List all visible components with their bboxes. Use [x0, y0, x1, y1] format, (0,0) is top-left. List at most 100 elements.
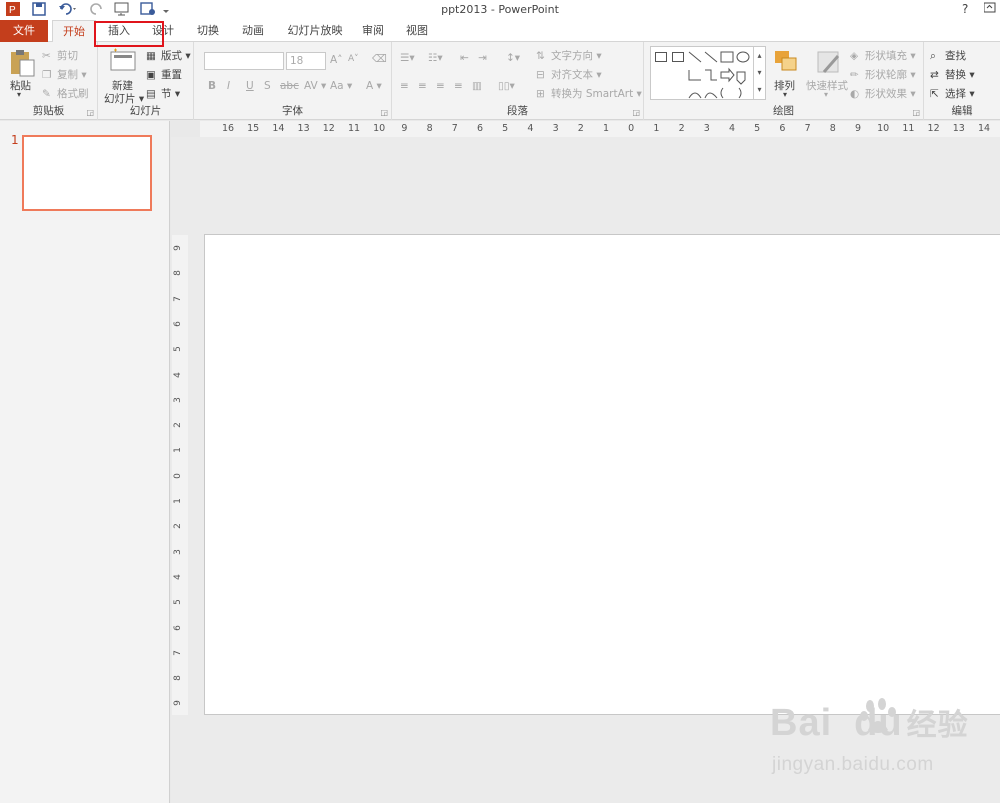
vertical-ruler[interactable]: 9 8 7 6 5 4 3 2 1 0 1 2 3 4 5 6 7 8 9: [172, 235, 188, 715]
baidu-jingyan-watermark: Baidu经验 jingyan.baidu.com: [770, 696, 990, 786]
textbox-shape-icon[interactable]: [655, 52, 667, 62]
ruler-tick-label: 9: [172, 700, 183, 707]
replace-icon: ⇄: [930, 69, 939, 81]
text-direction-icon: ⇅: [536, 50, 545, 62]
tab-file[interactable]: 文件: [0, 20, 48, 42]
columns-icon[interactable]: ▯▯▾: [498, 80, 515, 92]
horizontal-ruler[interactable]: 16 15 14 13 12 11 10 9 8 7 6 5 4 3 2 1 0 1 2 3 4 5 6 7 8 9 10 11 12 1…: [200, 121, 1000, 137]
ruler-tick-label: 14: [977, 123, 991, 134]
numbering-icon[interactable]: ☷▾: [428, 52, 443, 64]
slides-group: 新建 幻灯片 ▾ ▦ 版式 ▾ ▣ 重置 ▤ 节 ▾ 幻灯片: [98, 42, 194, 120]
ribbon-display-icon[interactable]: [983, 2, 996, 17]
select-button[interactable]: ⇱ 选择 ▾: [930, 86, 975, 101]
ruler-tick-label: 8: [172, 270, 183, 277]
align-text-button[interactable]: ⊟ 对齐文本 ▾: [536, 67, 602, 82]
tab-home[interactable]: 开始: [52, 20, 96, 43]
text-direction-button[interactable]: ⇅ 文字方向 ▾: [536, 48, 602, 63]
font-name-combo[interactable]: [204, 52, 284, 70]
help-button[interactable]: ?: [962, 2, 968, 16]
increase-font-button[interactable]: A˄: [330, 54, 342, 66]
tab-review[interactable]: 审阅: [352, 20, 394, 42]
quick-styles-icon[interactable]: [814, 48, 844, 78]
paste-icon[interactable]: [8, 48, 38, 78]
ruler-tick-label: 8: [426, 123, 433, 134]
ruler-tick-label: 7: [451, 123, 458, 134]
decrease-indent-icon[interactable]: ⇤: [460, 52, 469, 64]
ruler-tick-label: 10: [877, 123, 890, 134]
bold-button[interactable]: B: [208, 80, 216, 92]
shadow-button[interactable]: S: [264, 80, 271, 92]
align-right-icon[interactable]: ≡: [436, 80, 445, 92]
window-title: ppt2013 - PowerPoint: [441, 3, 559, 16]
tab-animations[interactable]: 动画: [232, 20, 274, 42]
slide-thumbnail[interactable]: [22, 135, 152, 211]
ruler-tick-label: 15: [247, 123, 260, 134]
ruler-tick-label: 4: [172, 574, 183, 580]
clear-format-icon[interactable]: ⌫: [372, 53, 387, 65]
ruler-tick-label: 0: [172, 472, 183, 479]
paragraph-group: ☰▾ ☷▾ ⇤ ⇥ ↕▾ ≡ ≡ ≡ ≡ ▥ ▯▯▾ ⇅ 文字方向 ▾ ⊟ 对齐文本…: [392, 42, 644, 120]
watermark-brand: Bai: [770, 702, 833, 744]
reset-button[interactable]: ▣ 重置: [146, 67, 182, 82]
arrange-icon[interactable]: [772, 48, 802, 78]
drawing-launcher-icon[interactable]: ◲: [912, 108, 920, 117]
font-launcher-icon[interactable]: ◲: [380, 108, 388, 117]
watermark-url: jingyan.baidu.com: [772, 754, 934, 775]
font-size-combo[interactable]: 18: [286, 52, 326, 70]
arrange-dropdown-icon[interactable]: ▾: [783, 90, 787, 99]
ruler-tick-label: 7: [804, 123, 811, 134]
align-center-icon[interactable]: ≡: [418, 80, 427, 92]
find-button[interactable]: ⌕ 查找: [930, 48, 966, 63]
slide-canvas[interactable]: [204, 234, 1000, 715]
section-button[interactable]: ▤ 节 ▾: [146, 86, 180, 101]
convert-smartart-button[interactable]: ⊞ 转换为 SmartArt ▾: [536, 86, 642, 101]
tab-transitions[interactable]: 切换: [186, 20, 230, 42]
ruler-tick-label: 2: [577, 123, 584, 134]
ruler-tick-label: 13: [952, 123, 965, 134]
ruler-tick-label: 9: [172, 245, 183, 251]
shape-fill-button[interactable]: ◈ 形状填充 ▾: [850, 48, 916, 63]
underline-button[interactable]: U: [246, 80, 254, 92]
layout-button[interactable]: ▦ 版式 ▾: [146, 48, 191, 63]
slide-thumbnails-pane: [0, 121, 170, 803]
distribute-icon[interactable]: ▥: [472, 80, 482, 92]
shape-outline-button[interactable]: ✏ 形状轮廓 ▾: [850, 67, 916, 82]
replace-button[interactable]: ⇄ 替换 ▾: [930, 67, 975, 82]
shape-effects-button[interactable]: ◐ 形状效果 ▾: [850, 86, 916, 101]
clipboard-launcher-icon[interactable]: ◲: [86, 108, 94, 117]
layout-icon: ▦: [146, 50, 156, 62]
char-spacing-button[interactable]: AV ▾: [304, 80, 326, 92]
ruler-tick-label: 2: [172, 422, 183, 428]
line-spacing-icon[interactable]: ↕▾: [506, 52, 520, 64]
decrease-font-label: A: [348, 54, 355, 64]
copy-button[interactable]: ❐ 复制 ▾: [42, 67, 87, 82]
tab-slideshow[interactable]: 幻灯片放映: [278, 20, 352, 42]
reset-icon: ▣: [146, 69, 156, 81]
align-left-icon[interactable]: ≡: [400, 80, 409, 92]
increase-indent-icon[interactable]: ⇥: [478, 52, 487, 64]
quick-styles-dropdown-icon[interactable]: ▾: [824, 90, 828, 99]
decrease-font-button[interactable]: A˅: [348, 54, 359, 64]
change-case-button[interactable]: Aa ▾: [330, 80, 352, 92]
gallery-scroll-icon[interactable]: ▴ ▾ ▾: [753, 47, 765, 99]
justify-icon[interactable]: ≡: [454, 80, 463, 92]
font-color-button[interactable]: A ▾: [366, 80, 382, 92]
paragraph-launcher-icon[interactable]: ◲: [632, 108, 640, 117]
ruler-tick-label: 6: [172, 321, 183, 327]
ruler-tick-label: 1: [653, 123, 660, 134]
strikethrough-button[interactable]: abc: [280, 80, 299, 92]
clipboard-group-label: 剪贴板: [32, 105, 65, 117]
shapes-gallery[interactable]: ▴ ▾ ▾: [650, 46, 766, 100]
drawing-group-label: 绘图: [773, 105, 794, 117]
cut-button[interactable]: ✂ 剪切: [42, 48, 78, 63]
copy-label: 复制: [57, 69, 78, 81]
cut-label: 剪切: [57, 50, 78, 62]
new-slide-icon[interactable]: [108, 48, 138, 78]
paste-dropdown-icon[interactable]: ▾: [17, 90, 21, 99]
italic-button[interactable]: I: [227, 80, 230, 92]
vertical-textbox-shape-icon[interactable]: [672, 52, 684, 62]
shape-outline-label: 形状轮廓: [865, 69, 907, 81]
format-painter-button[interactable]: ✎ 格式刷: [42, 86, 89, 101]
tab-view[interactable]: 视图: [396, 20, 438, 42]
bullets-icon[interactable]: ☰▾: [400, 52, 415, 64]
